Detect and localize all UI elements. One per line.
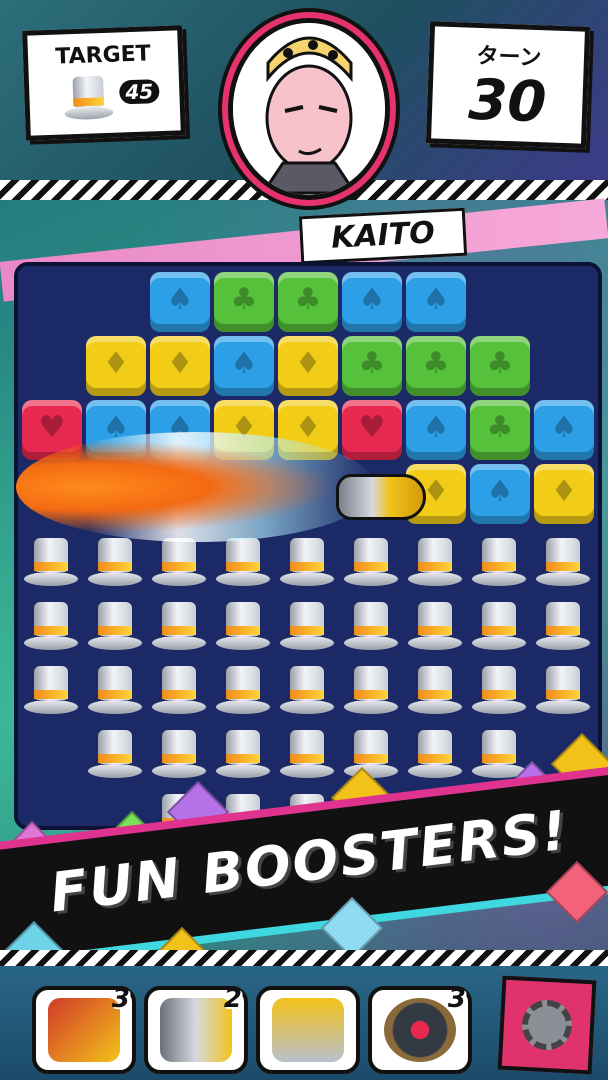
booster-roulette[interactable]: 3 bbox=[368, 984, 472, 1074]
bullet-booster-icon bbox=[160, 998, 232, 1062]
suit-icon: ♠ bbox=[166, 282, 194, 317]
suit-icon: ♠ bbox=[422, 282, 450, 317]
booster-rocket[interactable]: 3 bbox=[32, 984, 136, 1074]
top-hat-icon[interactable] bbox=[534, 602, 592, 656]
top-hat-icon[interactable] bbox=[342, 666, 400, 720]
top-hat-icon[interactable] bbox=[22, 538, 80, 592]
tile-blue[interactable]: ♠ bbox=[214, 336, 274, 396]
top-hat-icon[interactable] bbox=[470, 666, 528, 720]
top-hat-icon[interactable] bbox=[214, 602, 272, 656]
top-hat-icon bbox=[62, 75, 116, 125]
tile-blue[interactable]: ♠ bbox=[406, 400, 466, 460]
suit-icon: ♦ bbox=[550, 474, 578, 509]
game-board[interactable]: ♠ ♣ ♣ ♠ ♠ ♦ ♦ ♠ ♦ ♣ ♣ ♣ ♥ ♠ ♠ ♦ ♦ ♥ ♠ ♣ ♠ ♦ ♠ ♦ bbox=[14, 262, 602, 842]
top-hat-icon[interactable] bbox=[86, 666, 144, 720]
tile-blue[interactable]: ♠ bbox=[534, 400, 594, 460]
suit-icon: ♠ bbox=[230, 346, 258, 381]
suit-icon: ♥ bbox=[38, 410, 66, 445]
top-hat-icon[interactable] bbox=[342, 538, 400, 592]
tile-green[interactable]: ♣ bbox=[342, 336, 402, 396]
settings-button[interactable] bbox=[497, 975, 597, 1075]
suit-icon: ♣ bbox=[486, 410, 514, 445]
top-hat-icon[interactable] bbox=[86, 730, 144, 784]
suit-icon: ♣ bbox=[422, 346, 450, 381]
top-hat-icon[interactable] bbox=[534, 538, 592, 592]
top-hat-icon[interactable] bbox=[406, 730, 464, 784]
top-hat-icon[interactable] bbox=[150, 538, 208, 592]
top-hat-icon[interactable] bbox=[406, 666, 464, 720]
booster-bullet[interactable]: 2 bbox=[144, 984, 248, 1074]
gear-icon bbox=[520, 998, 574, 1052]
tile-yellow[interactable]: ♦ bbox=[534, 464, 594, 524]
tile-green[interactable]: ♣ bbox=[278, 272, 338, 332]
top-hat-icon[interactable] bbox=[342, 602, 400, 656]
top-hat-icon[interactable] bbox=[22, 602, 80, 656]
suit-icon: ♣ bbox=[486, 346, 514, 381]
target-panel: TARGET 45 bbox=[22, 25, 186, 141]
target-label: TARGET bbox=[54, 41, 152, 70]
bullet-projectile bbox=[336, 474, 426, 520]
booster-count: 2 bbox=[223, 984, 242, 1014]
target-count: 45 bbox=[118, 79, 160, 105]
suit-icon: ♣ bbox=[358, 346, 386, 381]
character-name: KAITO bbox=[298, 207, 468, 265]
top-hat-icon[interactable] bbox=[534, 666, 592, 720]
tile-yellow[interactable]: ♦ bbox=[150, 336, 210, 396]
tile-yellow[interactable]: ♦ bbox=[86, 336, 146, 396]
top-hat-icon[interactable] bbox=[22, 666, 80, 720]
top-hat-icon[interactable] bbox=[278, 538, 336, 592]
top-hat-icon[interactable] bbox=[214, 730, 272, 784]
top-hat-icon[interactable] bbox=[470, 538, 528, 592]
suit-icon: ♦ bbox=[102, 346, 130, 381]
tile-blue[interactable]: ♠ bbox=[470, 464, 530, 524]
suit-icon: ♠ bbox=[550, 410, 578, 445]
tile-green[interactable]: ♣ bbox=[406, 336, 466, 396]
suit-icon: ♠ bbox=[358, 282, 386, 317]
booster-count: 3 bbox=[111, 984, 130, 1014]
tile-blue[interactable]: ♠ bbox=[406, 272, 466, 332]
suit-icon: ♦ bbox=[166, 346, 194, 381]
booster-count: 3 bbox=[447, 984, 466, 1014]
top-hat-icon[interactable] bbox=[86, 602, 144, 656]
top-hat-icon[interactable] bbox=[150, 602, 208, 656]
suit-icon: ♣ bbox=[294, 282, 322, 317]
top-hat-icon[interactable] bbox=[86, 538, 144, 592]
top-hat-icon[interactable] bbox=[214, 666, 272, 720]
top-hat-icon[interactable] bbox=[406, 538, 464, 592]
turns-value: 30 bbox=[467, 67, 548, 136]
suit-icon: ♦ bbox=[294, 346, 322, 381]
character-portrait bbox=[228, 18, 390, 200]
tile-blue[interactable]: ♠ bbox=[150, 272, 210, 332]
drill-booster-icon bbox=[272, 998, 344, 1062]
top-hat-icon[interactable] bbox=[278, 730, 336, 784]
blast-effect bbox=[16, 432, 376, 542]
top-hat-icon[interactable] bbox=[214, 538, 272, 592]
tile-green[interactable]: ♣ bbox=[214, 272, 274, 332]
top-hat-icon[interactable] bbox=[278, 602, 336, 656]
suit-icon: ♣ bbox=[230, 282, 258, 317]
tile-green[interactable]: ♣ bbox=[470, 336, 530, 396]
top-hat-icon[interactable] bbox=[406, 602, 464, 656]
suit-icon: ♠ bbox=[422, 410, 450, 445]
tile-red[interactable]: ♥ bbox=[342, 400, 402, 460]
tile-green[interactable]: ♣ bbox=[470, 400, 530, 460]
tile-yellow[interactable]: ♦ bbox=[278, 336, 338, 396]
top-hat-icon[interactable] bbox=[278, 666, 336, 720]
tile-blue[interactable]: ♠ bbox=[342, 272, 402, 332]
turns-panel: ターン 30 bbox=[425, 21, 591, 149]
top-hat-icon[interactable] bbox=[470, 602, 528, 656]
suit-icon: ♠ bbox=[486, 474, 514, 509]
roulette-booster-icon bbox=[384, 998, 456, 1062]
rocket-booster-icon bbox=[48, 998, 120, 1062]
booster-drill[interactable] bbox=[256, 986, 360, 1074]
suit-icon: ♥ bbox=[358, 410, 386, 445]
top-hat-icon[interactable] bbox=[150, 666, 208, 720]
top-hat-icon[interactable] bbox=[150, 730, 208, 784]
